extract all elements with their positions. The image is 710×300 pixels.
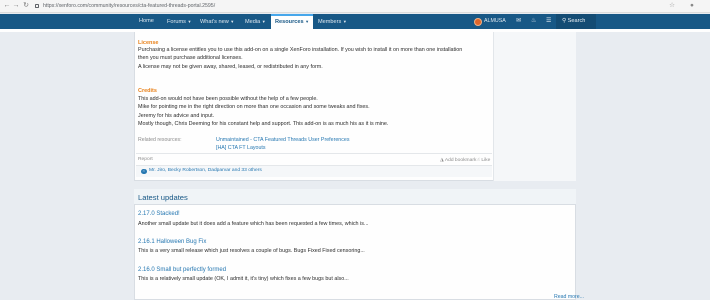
chevron-down-icon: ▼ <box>342 19 347 24</box>
related-resource-link[interactable]: Unmaintained - CTA Featured Threads User… <box>216 137 349 143</box>
update-snippet: This is a relatively small update (OK, I… <box>138 276 349 282</box>
latest-updates-title: Latest updates <box>138 193 188 202</box>
chevron-down-icon: ▼ <box>230 19 235 24</box>
related-resources-label: Related resources: <box>138 137 182 143</box>
update-snippet: Another small update but it does add a f… <box>138 220 369 227</box>
update-title-link[interactable]: 2.17.0 Stacked! <box>138 211 180 217</box>
report-link[interactable]: Report <box>138 157 153 162</box>
avatar[interactable] <box>474 17 482 26</box>
nav-members[interactable]: Members ▼ <box>314 14 351 29</box>
user-name[interactable]: ALMUSA <box>484 14 506 29</box>
like-button[interactable]: ☝ Like <box>477 157 490 163</box>
resource-sidebar <box>493 32 576 181</box>
likes-list-link[interactable]: Mr. Jiro, Becky Robertson, Dadparvar and… <box>149 168 262 173</box>
credits-text: This add-on would not have been possible… <box>138 96 318 102</box>
address-bar[interactable]: https://xenforo.com/community/resources/… <box>34 2 664 11</box>
update-title-link[interactable]: 2.16.0 Small but perfectly formed <box>138 267 226 273</box>
bell-icon[interactable]: ♨ <box>531 14 536 29</box>
reload-icon[interactable]: ↻ <box>22 2 30 10</box>
update-title-link[interactable]: 2.16.1 Halloween Bug Fix <box>138 239 206 245</box>
nav-resources[interactable]: Resources ▼ <box>271 14 314 29</box>
nav-media[interactable]: Media ▼ <box>241 14 270 29</box>
chevron-down-icon: ▼ <box>187 19 192 24</box>
chevron-down-icon: ▼ <box>305 19 310 24</box>
credits-text: Jeremy for his advice and input. <box>138 112 215 119</box>
search-icon: ⚲ <box>562 18 567 24</box>
search-button[interactable]: ⚲ Search <box>556 14 596 29</box>
credits-text: Mostly though, Chris Deeming for his con… <box>138 121 389 127</box>
arrow-right-icon[interactable]: → <box>12 2 20 10</box>
license-heading: License <box>138 40 159 46</box>
forum-navbar: Home Forums ▼ What's new ▼ Media ▼ Resource… <box>0 14 710 29</box>
lock-icon <box>35 4 39 9</box>
latest-updates-panel <box>134 189 576 300</box>
browser-extension-icon[interactable]: ● <box>688 2 696 10</box>
update-snippet: This is a very small release which just … <box>138 248 365 254</box>
action-bar <box>136 153 492 165</box>
inbox-icon[interactable]: ✉ <box>516 14 521 29</box>
url-text: https://xenforo.com/community/resources/… <box>43 3 216 9</box>
license-text: A license may not be given away, shared,… <box>138 63 323 70</box>
browser-toolbar: ← → ↻ https://xenforo.com/community/reso… <box>0 0 710 13</box>
bookmark-button[interactable]: ◮ Add bookmark <box>440 157 476 163</box>
nav-forums[interactable]: Forums ▼ <box>163 14 195 29</box>
related-resource-link[interactable]: [HA] CTA FT Layouts <box>216 145 266 151</box>
arrow-left-icon[interactable]: ← <box>3 2 11 10</box>
star-icon[interactable]: ☆ <box>668 2 676 10</box>
nav-home[interactable]: Home <box>135 14 158 29</box>
credits-heading: Credits <box>138 88 157 94</box>
like-count-icon: ☝ <box>141 168 147 174</box>
credits-text: Mike for pointing me in the right direct… <box>138 104 370 110</box>
license-text: then you must purchase additional licens… <box>138 55 243 61</box>
nav-whats-new[interactable]: What's new ▼ <box>196 14 238 29</box>
license-text: Purchasing a license entitles you to use… <box>138 47 463 53</box>
menu-icon[interactable]: ☰ <box>546 14 551 29</box>
read-more-link[interactable]: Read more... <box>554 294 584 300</box>
latest-updates-header <box>134 189 576 205</box>
chevron-down-icon: ▼ <box>261 19 266 24</box>
